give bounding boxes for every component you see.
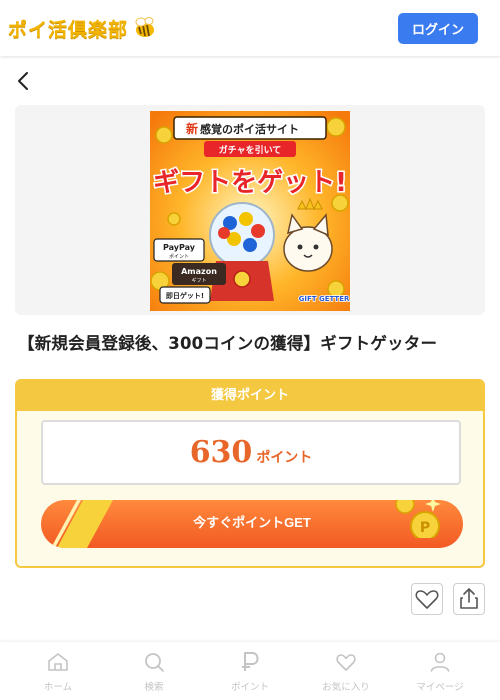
banner-tag-amazon: Amazon [181,267,217,276]
nav-item-mypage[interactable]: マイページ [390,642,490,700]
point-value: 630 [189,435,253,470]
point-unit: ポイント [256,450,313,466]
banner-tag-paypay: PayPay [163,243,196,252]
banner-brand: GIFT GETTER [299,295,350,303]
banner-tag-paypay-sub: ポイント [169,253,189,260]
user-icon [430,652,450,672]
nav-label-search: 検索 [144,682,164,693]
heart-icon [415,590,439,609]
offer-title: 【新規会員登録後、300コインの獲得】ギフトゲッター [18,334,438,353]
heart-icon [336,654,356,671]
offer-banner-image[interactable]: 新 感覚のポイ活サイト ガチャを引いて ギフトをゲット! PayPay ポイント… [150,111,350,311]
nav-item-home[interactable]: ホーム [8,642,108,700]
banner-line3: ギフトをゲット! [153,168,347,198]
nav-item-search[interactable]: 検索 [104,642,204,700]
login-button[interactable]: ログイン [398,13,478,44]
banner-tag-amazon-sub: ギフト [191,278,206,284]
get-points-button[interactable]: 今すぐポイントGET P [41,500,463,548]
nav-label-mypage: マイページ [416,682,464,693]
favorite-button[interactable] [411,583,443,615]
banner-tag-instant: 即日ゲット! [166,291,204,300]
home-icon [48,653,68,671]
points-card: 獲得ポイント 630 ポイント 今すぐポイントGET P [15,379,485,568]
coin-icon: P [395,500,441,538]
search-icon [145,653,164,672]
banner-line1: 感覚のポイ活サイト [200,122,299,136]
bee-icon [135,17,155,37]
svg-text:P: P [420,520,430,536]
points-card-heading: 獲得ポイント [17,381,483,411]
share-icon [460,588,478,609]
nav-item-favorite[interactable]: お気に入り [296,642,396,700]
point-value-box: 630 ポイント [41,420,461,485]
back-arrow-icon[interactable] [12,68,36,94]
share-button[interactable] [453,583,485,615]
nav-label-home: ホーム [43,682,73,693]
header: ポイ活倶楽部 ログイン [0,0,500,56]
banner-line2: ガチャを引いて [219,144,282,156]
nav-label-point: ポイント [230,682,269,693]
site-logo[interactable]: ポイ活倶楽部 [8,14,158,42]
nav-item-point[interactable]: ポイント [200,642,300,700]
banner-line1-accent: 新 [186,121,198,136]
nav-label-favorite: お気に入り [322,682,370,693]
logo-text: ポイ活倶楽部 [8,18,129,41]
gacha-machine-icon [209,202,275,301]
bottom-nav: ホーム 検索 ポイント お気に入り マイページ [0,642,500,700]
point-icon [242,652,259,671]
